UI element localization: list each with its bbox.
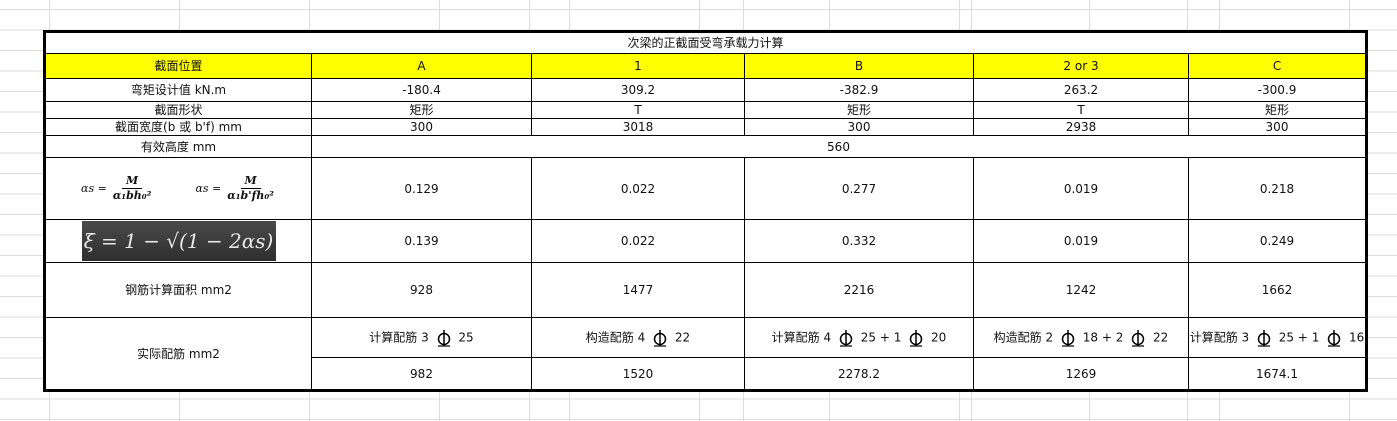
header-cell[interactable]: 1 [531, 53, 745, 79]
value-cell[interactable]: 矩形 [1187, 101, 1368, 119]
value-cell[interactable]: 3018 [531, 118, 745, 136]
xi-formula-cell[interactable]: ξ = 1 − √(1 − 2αs) [44, 219, 312, 263]
alpha-row: αs = M α₁bh₀² αs = M α₁b'fh₀² 0.129 0.02… [44, 157, 1368, 220]
row-label-cell[interactable]: 弯矩设计值 kN.m [44, 78, 312, 102]
value-cell[interactable]: T [973, 101, 1189, 119]
formula-numerator: M [240, 174, 261, 189]
value-cell[interactable]: -300.9 [1187, 78, 1368, 102]
rebar-text: 构造配筋 2 [993, 330, 1054, 344]
value-cell[interactable]: 2278.2 [744, 357, 974, 391]
value-cell[interactable]: 300 [1187, 118, 1368, 136]
xi-row: ξ = 1 − √(1 − 2αs) 0.139 0.022 0.332 0.0… [44, 219, 1368, 263]
value-cell[interactable]: 2216 [744, 262, 974, 318]
rebar-text: 16 [1349, 330, 1365, 344]
rebar-grade-icon [909, 329, 923, 347]
header-label-cell[interactable]: 截面位置 [44, 53, 312, 79]
rebar-config-cell[interactable]: 计算配筋 3 25 + 1 16 [1187, 317, 1368, 358]
rebar-grade-icon [653, 329, 667, 347]
header-cell[interactable]: C [1187, 53, 1368, 79]
value-cell[interactable]: 0.129 [311, 157, 532, 220]
value-cell[interactable]: -382.9 [744, 78, 974, 102]
value-cell[interactable]: 0.218 [1187, 157, 1368, 220]
row-label-cell[interactable]: 截面形状 [44, 101, 312, 119]
shape-row: 截面形状 矩形 T 矩形 T 矩形 [44, 101, 1368, 119]
value-cell[interactable]: 1242 [973, 262, 1189, 318]
rebar-grade-icon [839, 329, 853, 347]
rebar-text: 25 + 1 [1278, 330, 1320, 344]
value-cell[interactable]: 1662 [1187, 262, 1368, 318]
rebar-text: 构造配筋 4 [585, 330, 646, 344]
rebar-config-cell[interactable]: 计算配筋 4 25 + 1 20 [744, 317, 974, 358]
rebar-config-cell[interactable]: 构造配筋 4 22 [531, 317, 745, 358]
width-row: 截面宽度(b 或 b'f) mm 300 3018 300 2938 300 [44, 118, 1368, 136]
xi-formula-image: ξ = 1 − √(1 − 2αs) [81, 221, 276, 261]
value-cell[interactable]: 1477 [531, 262, 745, 318]
beam-calc-table: 次梁的正截面受弯承载力计算 截面位置 A 1 B 2 or 3 C 弯矩设计值 … [43, 30, 1369, 392]
table-title[interactable]: 次梁的正截面受弯承载力计算 [43, 31, 1368, 54]
actual-config-row: 实际配筋 mm2 计算配筋 3 25 构造配筋 4 22 计算配筋 4 25 +… [44, 317, 1368, 391]
rebar-text: 20 [931, 330, 947, 344]
rebar-grade-icon [1131, 329, 1145, 347]
rebar-text: 18 + 2 [1082, 330, 1124, 344]
rebar-grade-icon [1257, 329, 1271, 347]
value-cell[interactable]: 矩形 [311, 101, 532, 119]
moment-row: 弯矩设计值 kN.m -180.4 309.2 -382.9 263.2 -30… [44, 78, 1368, 102]
alpha-formula-t: αs = M α₁b'fh₀² [195, 174, 276, 203]
value-cell[interactable]: 0.249 [1187, 219, 1368, 263]
value-cell[interactable]: 矩形 [744, 101, 974, 119]
formula-denominator: α₁bh₀² [112, 189, 152, 202]
area-row: 钢筋计算面积 mm2 928 1477 2216 1242 1662 [44, 262, 1368, 318]
value-cell[interactable]: 1674.1 [1187, 357, 1368, 391]
value-cell[interactable]: 1520 [531, 357, 745, 391]
formula-lhs: αs = [81, 181, 107, 195]
rebar-text: 25 + 1 [860, 330, 902, 344]
value-cell[interactable]: 982 [311, 357, 532, 391]
value-cell[interactable]: 0.332 [744, 219, 974, 263]
rebar-grade-icon [1061, 329, 1075, 347]
value-cell[interactable]: 928 [311, 262, 532, 318]
rebar-text: 计算配筋 4 [771, 330, 832, 344]
formula-lhs: αs = [195, 181, 222, 195]
rebar-text: 22 [674, 330, 691, 344]
value-cell[interactable]: 300 [744, 118, 974, 136]
value-cell[interactable]: 1269 [973, 357, 1189, 391]
row-label-cell[interactable]: 实际配筋 mm2 [44, 317, 312, 391]
value-cell[interactable]: 263.2 [973, 78, 1189, 102]
value-cell[interactable]: 0.139 [311, 219, 532, 263]
alpha-formula-rect: αs = M α₁bh₀² [81, 174, 153, 203]
header-cell[interactable]: A [311, 53, 532, 79]
value-cell[interactable]: 300 [311, 118, 532, 136]
rebar-text: 计算配筋 3 [369, 330, 429, 344]
rebar-config-cell[interactable]: 构造配筋 2 18 + 2 22 [973, 317, 1189, 358]
header-cell[interactable]: 2 or 3 [973, 53, 1189, 79]
formula-numerator: M [122, 174, 143, 189]
rebar-grade-icon [437, 329, 450, 347]
rebar-text: 25 [458, 330, 474, 344]
header-row: 截面位置 A 1 B 2 or 3 C [44, 53, 1368, 79]
row-label-cell[interactable]: 截面宽度(b 或 b'f) mm [44, 118, 312, 136]
value-cell[interactable]: 2938 [973, 118, 1189, 136]
value-cell[interactable]: T [531, 101, 745, 119]
row-label-cell[interactable]: 有效高度 mm [44, 135, 312, 158]
value-cell[interactable]: 309.2 [531, 78, 745, 102]
value-cell[interactable]: 0.022 [531, 219, 745, 263]
header-cell[interactable]: B [744, 53, 974, 79]
alpha-formula-cell[interactable]: αs = M α₁bh₀² αs = M α₁b'fh₀² [44, 157, 312, 220]
rebar-config-cell[interactable]: 计算配筋 3 25 [311, 317, 532, 358]
value-cell[interactable]: 0.019 [973, 219, 1189, 263]
row-label-cell[interactable]: 钢筋计算面积 mm2 [44, 262, 312, 318]
value-cell[interactable]: -180.4 [311, 78, 532, 102]
value-cell[interactable]: 0.022 [531, 157, 745, 220]
value-cell[interactable]: 0.277 [744, 157, 974, 220]
value-cell[interactable]: 0.019 [973, 157, 1189, 220]
rebar-text: 22 [1153, 330, 1169, 344]
effective-height-row: 有效高度 mm 560 [44, 135, 1368, 158]
rebar-grade-icon [1327, 329, 1341, 347]
rebar-text: 计算配筋 3 [1189, 330, 1250, 344]
merged-value-cell[interactable]: 560 [310, 135, 1368, 158]
formula-denominator: α₁b'fh₀² [227, 189, 274, 202]
